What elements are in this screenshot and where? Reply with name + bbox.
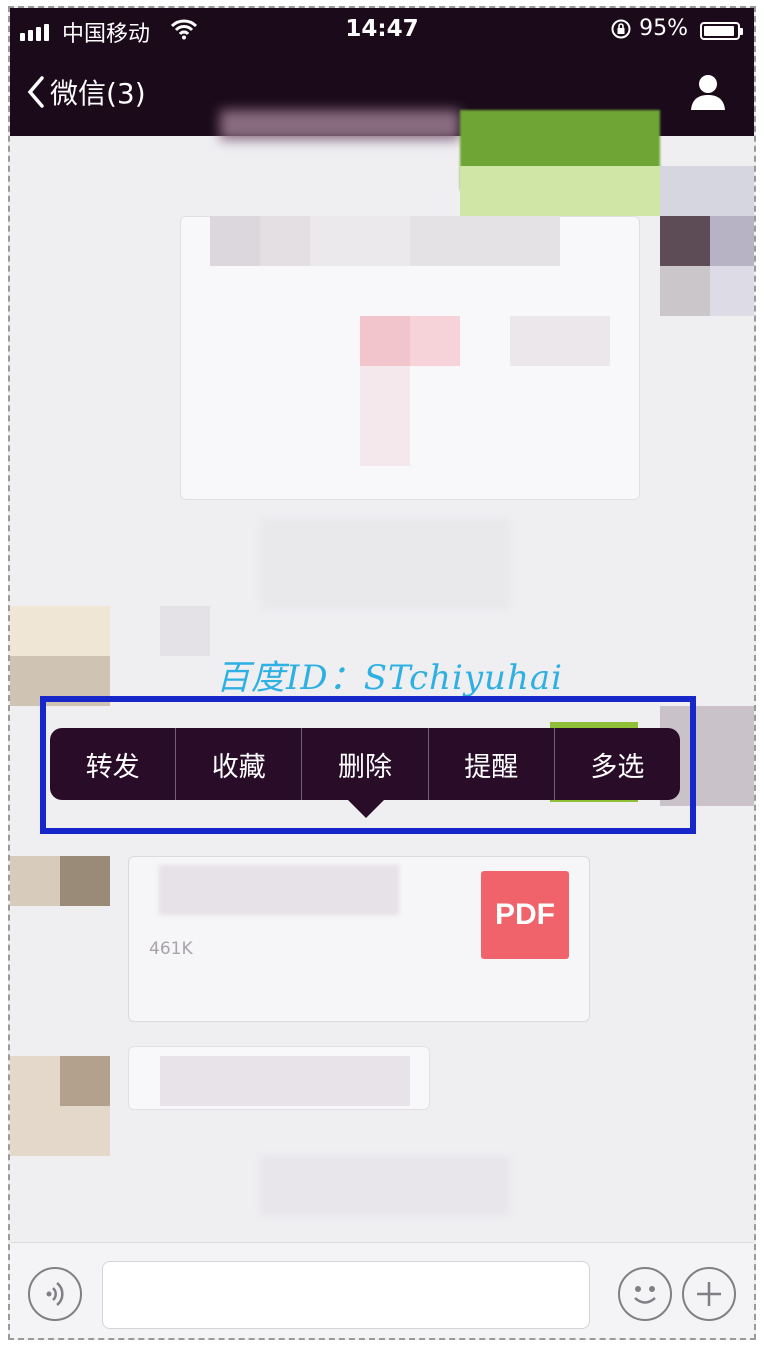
- file-message-card[interactable]: PDF 461K: [128, 856, 590, 1022]
- battery-fill: [704, 26, 735, 36]
- menu-item-remind[interactable]: 提醒: [429, 728, 555, 800]
- emoji-button[interactable]: [618, 1267, 672, 1321]
- message-input[interactable]: [102, 1261, 590, 1329]
- pdf-file-icon: PDF: [481, 871, 569, 959]
- rotation-lock-icon: [611, 19, 631, 39]
- voice-icon: [46, 1282, 64, 1306]
- file-size: 461K: [149, 939, 193, 959]
- plus-button[interactable]: [682, 1267, 736, 1321]
- menu-item-favorite[interactable]: 收藏: [176, 728, 303, 800]
- chevron-left-icon: [27, 76, 44, 108]
- context-menu: 转发 收藏 删除 提醒 多选: [50, 728, 680, 800]
- watermark-text: 百度ID：STchiyuhai: [216, 658, 563, 698]
- input-bar: [10, 1242, 754, 1338]
- back-title: 微信(3): [50, 77, 146, 110]
- battery-percent: 95%: [639, 16, 688, 41]
- menu-pointer: [348, 800, 384, 818]
- menu-item-forward[interactable]: 转发: [50, 728, 177, 800]
- voice-button[interactable]: [28, 1267, 82, 1321]
- menu-item-multiselect[interactable]: 多选: [555, 728, 680, 800]
- emoji-icon: [634, 1286, 656, 1304]
- screenshot-frame: 中国移动 14:47 95% 微信(3) PDF 461K 百度ID：STchi…: [8, 6, 756, 1340]
- plus-icon: [697, 1282, 721, 1306]
- status-bar: 中国移动 14:47 95%: [10, 8, 754, 50]
- profile-icon[interactable]: [688, 72, 728, 112]
- back-button[interactable]: 微信(3): [26, 72, 146, 112]
- menu-item-delete[interactable]: 删除: [302, 728, 429, 800]
- battery-icon: [700, 22, 743, 40]
- blurred-banner: [220, 110, 460, 140]
